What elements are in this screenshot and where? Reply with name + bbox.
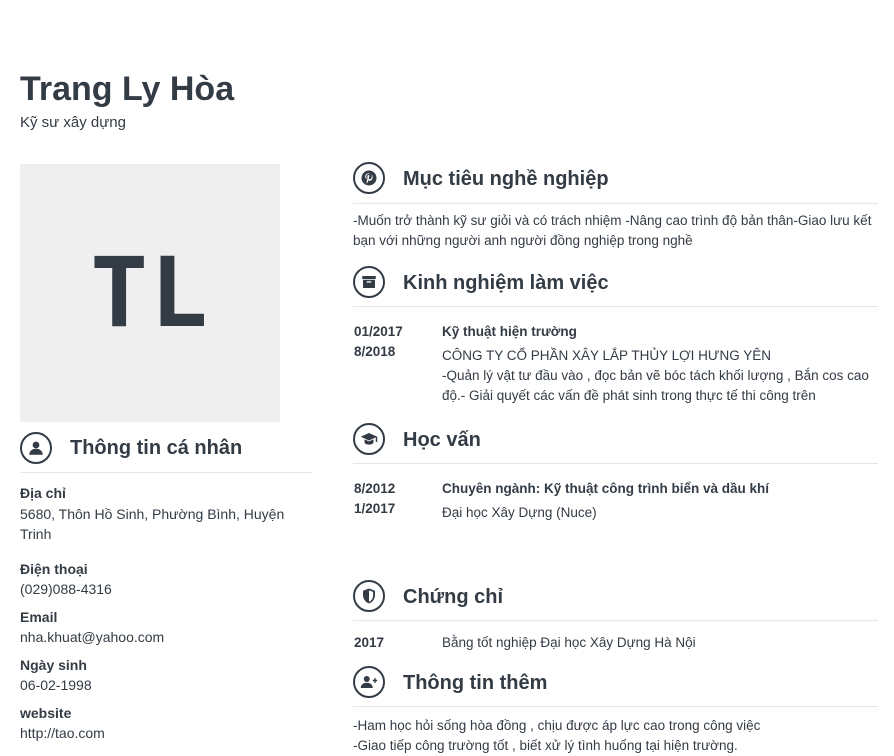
divider: [20, 472, 312, 473]
divider: [353, 463, 878, 464]
phone-value: (029)088-4316: [20, 581, 112, 597]
experience-date-from: 01/2017: [354, 324, 403, 339]
divider: [353, 620, 878, 621]
certificates-heading: Chứng chỉ: [403, 586, 504, 608]
experience-description: -Quản lý vật tư đầu vào , đọc bản vẽ bóc…: [442, 368, 869, 403]
certificate-name: Bằng tốt nghiệp Đại học Xây Dựng Hà Nội: [442, 635, 696, 650]
archive-box-icon: [353, 266, 385, 298]
extra-info-line: -Giao tiếp công trường tốt , biết xử lý …: [353, 738, 738, 753]
education-date-to: 1/2017: [354, 501, 396, 516]
education-heading: Học vấn: [403, 429, 481, 451]
avatar: TL: [20, 164, 280, 422]
email-value: nha.khuat@yahoo.com: [20, 629, 165, 645]
extra-info-heading: Thông tin thêm: [403, 672, 548, 694]
address-label: Địa chỉ: [20, 485, 66, 501]
birth-value: 06-02-1998: [20, 677, 92, 693]
extra-info-line: -Ham học hỏi sống hòa đồng , chịu được á…: [353, 718, 761, 733]
graduation-cap-icon: [353, 423, 385, 455]
personal-info-heading: Thông tin cá nhân: [70, 437, 243, 459]
experience-date-to: 8/2018: [354, 344, 396, 359]
education-school: Đại học Xây Dựng (Nuce): [442, 505, 597, 520]
experience-role: Kỹ thuật hiện trường: [442, 324, 577, 339]
education-date-from: 8/2012: [354, 481, 396, 496]
certificate-year: 2017: [354, 635, 385, 650]
phone-label: Điện thoại: [20, 561, 88, 577]
website-value[interactable]: http://tao.com: [20, 723, 310, 743]
pinterest-icon: [353, 162, 385, 194]
objective-text: -Muốn trở thành kỹ sư giỏi và có trách n…: [353, 213, 872, 248]
job-title: Kỹ sư xây dựng: [20, 114, 126, 131]
shield-icon: [353, 580, 385, 612]
objective-heading: Mục tiêu nghề nghiệp: [403, 168, 609, 190]
candidate-name: Trang Ly Hòa: [20, 70, 235, 108]
experience-company: CÔNG TY CỔ PHẦN XÂY LẮP THỦY LỢI HƯNG YÊ…: [442, 348, 771, 363]
user-plus-icon: [353, 666, 385, 698]
website-label: website: [20, 705, 72, 721]
avatar-initials: TL: [90, 237, 210, 349]
birth-label: Ngày sinh: [20, 657, 87, 673]
divider: [353, 203, 878, 204]
user-icon: [20, 432, 52, 464]
email-label: Email: [20, 609, 58, 625]
education-major: Chuyên ngành: Kỹ thuật công trình biển v…: [442, 481, 770, 496]
divider: [353, 706, 878, 707]
address-value: 5680, Thôn Hồ Sinh, Phường Bình, Huyện T…: [20, 506, 285, 542]
divider: [353, 306, 878, 307]
experience-heading: Kinh nghiệm làm việc: [403, 272, 609, 294]
